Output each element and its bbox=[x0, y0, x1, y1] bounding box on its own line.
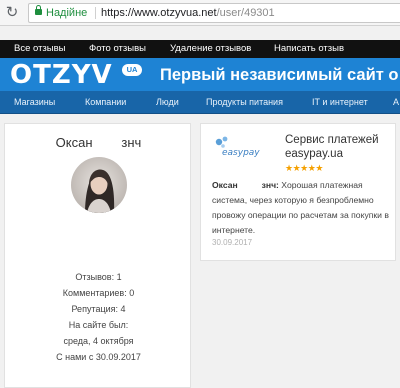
review-date: 30.09.2017 bbox=[212, 238, 253, 247]
brand-header: OTZYV UA Первый независимый сайт о bbox=[0, 58, 400, 91]
avatar bbox=[71, 157, 127, 213]
top-menu: Все отзывы Фото отзывы Удаление отзывов … bbox=[0, 40, 400, 58]
top-menu-photo-reviews[interactable]: Фото отзывы bbox=[89, 40, 146, 58]
category-shops[interactable]: Магазины bbox=[14, 91, 55, 114]
stat-reviews: Отзывов: 1 bbox=[75, 272, 122, 282]
url-separator bbox=[95, 7, 96, 19]
stat-last-seen-date: среда, 4 октября bbox=[63, 336, 134, 346]
rating-stars: ★★★★★ bbox=[285, 163, 323, 173]
url-field[interactable]: Надійне https://www.otzyvua.net/user/493… bbox=[28, 3, 400, 23]
logo-ua-badge: UA bbox=[122, 64, 142, 76]
star-icon: ★ bbox=[285, 163, 293, 173]
site-slogan: Первый независимый сайт о bbox=[160, 66, 399, 84]
review-text-block: Оксан знч: Хорошая платежная система, че… bbox=[212, 178, 390, 238]
category-people[interactable]: Люди bbox=[156, 91, 179, 114]
top-menu-delete-reviews[interactable]: Удаление отзывов bbox=[170, 40, 251, 58]
profile-stats: Отзывов: 1 Комментариев: 0 Репутация: 4 … bbox=[5, 269, 192, 365]
category-nav: Магазины Компании Люди Продукты питания … bbox=[0, 91, 400, 114]
star-icon: ★ bbox=[315, 163, 323, 173]
url-path: /user/49301 bbox=[216, 7, 275, 19]
category-more[interactable]: А bbox=[393, 91, 399, 114]
reload-icon[interactable]: ↻ bbox=[4, 4, 20, 22]
secure-label: Надійне bbox=[46, 7, 88, 19]
site-logo[interactable]: OTZYV bbox=[10, 60, 113, 90]
user-profile-panel: Оксан знч Отзывов: 1 Комментариев: 0 Реп… bbox=[4, 123, 191, 388]
stat-reputation: Репутация: 4 bbox=[71, 304, 126, 314]
easypay-logo-text: easypay bbox=[222, 148, 260, 158]
category-companies[interactable]: Компании bbox=[85, 91, 126, 114]
url-text[interactable]: https://www.otzyvua.net/user/49301 bbox=[101, 6, 275, 20]
stat-last-seen-label: На сайте был: bbox=[68, 320, 129, 330]
review-author[interactable]: Оксан знч: bbox=[212, 180, 279, 190]
review-card: easypay Сервис платежей easypay.ua ★★★★★… bbox=[200, 123, 396, 261]
top-menu-all-reviews[interactable]: Все отзывы bbox=[14, 40, 66, 58]
easypay-logo[interactable]: easypay bbox=[211, 133, 273, 161]
lock-icon bbox=[35, 5, 42, 15]
category-food[interactable]: Продукты питания bbox=[206, 91, 283, 114]
star-icon: ★ bbox=[300, 163, 308, 173]
stat-member-since: С нами с 30.09.2017 bbox=[56, 352, 141, 362]
browser-address-bar: ↻ Надійне https://www.otzyvua.net/user/4… bbox=[0, 0, 400, 26]
top-menu-write-review[interactable]: Написать отзыв bbox=[274, 40, 344, 58]
url-main: https://www.otzyvua.net bbox=[101, 7, 217, 19]
company-title[interactable]: Сервис платежей easypay.ua bbox=[285, 133, 395, 161]
profile-name: Оксан знч bbox=[55, 135, 142, 150]
stat-comments: Комментариев: 0 bbox=[62, 288, 135, 298]
category-it[interactable]: IT и интернет bbox=[312, 91, 368, 114]
